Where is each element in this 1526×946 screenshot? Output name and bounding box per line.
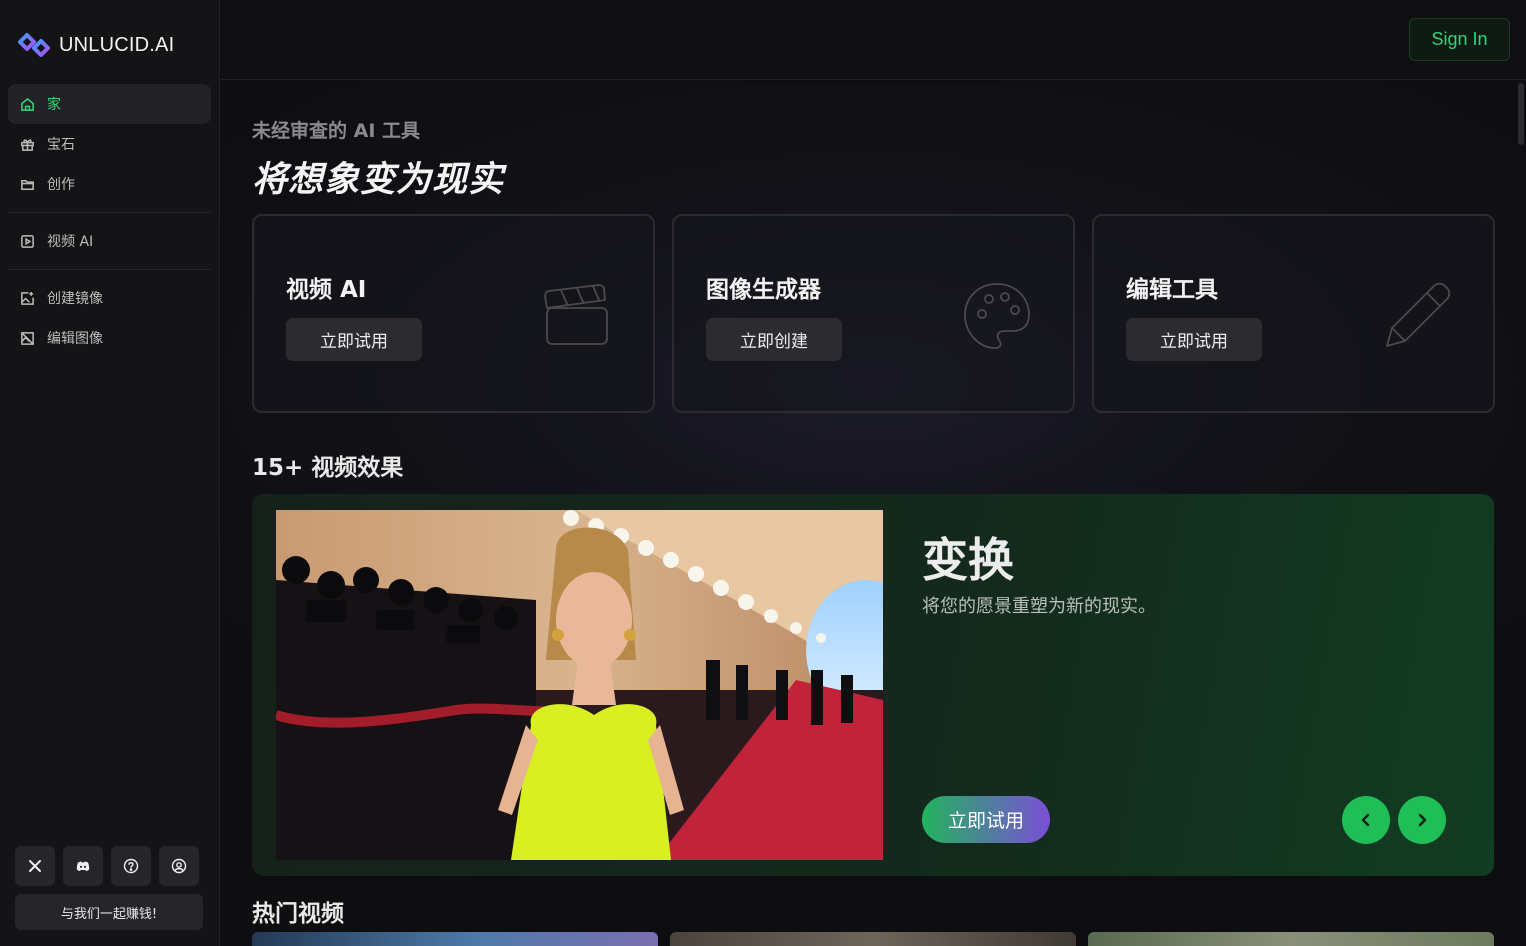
palette-icon: [959, 278, 1035, 354]
sidebar-item-creations[interactable]: 创作: [8, 164, 211, 204]
discord-icon: [76, 861, 90, 871]
account-icon: [171, 858, 187, 874]
help-button[interactable]: [111, 846, 151, 886]
tool-cards: 视频 AI 立即试用 图像生成器 立即创建 编辑工具 立即试用: [252, 214, 1495, 413]
effects-carousel: 变换 将您的愿景重塑为新的现实。 立即试用: [252, 494, 1494, 876]
sidebar: UNLUCID.AI 家 宝石 创作 视频 AI 创建镜像 编辑图像 与我们一起…: [0, 0, 220, 946]
sidebar-item-edit-image[interactable]: 编辑图像: [8, 318, 211, 358]
popular-videos-row: [252, 932, 1494, 946]
discord-button[interactable]: [63, 846, 103, 886]
tool-card-edit-tools[interactable]: 编辑工具 立即试用: [1092, 214, 1495, 413]
chevron-left-icon: [1361, 813, 1370, 827]
brand-logo[interactable]: UNLUCID.AI: [18, 32, 174, 58]
sidebar-item-create-image[interactable]: 创建镜像: [8, 278, 211, 318]
gift-icon: [21, 138, 34, 151]
video-thumbnail[interactable]: [252, 932, 658, 946]
video-thumbnail[interactable]: [670, 932, 1076, 946]
hero-subtitle: 未经审查的 AI 工具: [252, 120, 421, 142]
popular-section-title: 热门视频: [252, 901, 344, 927]
effects-section-title: 15+ 视频效果: [252, 455, 404, 481]
clapperboard-icon: [539, 278, 615, 354]
effect-try-now-button[interactable]: 立即试用: [922, 796, 1050, 843]
sign-in-button[interactable]: Sign In: [1409, 18, 1510, 61]
video-thumbnail[interactable]: [1088, 932, 1494, 946]
sidebar-nav: 家 宝石 创作 视频 AI 创建镜像 编辑图像: [8, 84, 211, 358]
chevron-right-icon: [1418, 813, 1427, 827]
effect-preview-image[interactable]: [276, 510, 883, 860]
sidebar-item-label: 宝石: [47, 137, 75, 153]
card-title: 视频 AI: [286, 277, 367, 303]
tool-card-image-generator[interactable]: 图像生成器 立即创建: [672, 214, 1075, 413]
top-bar: Sign In: [221, 0, 1526, 80]
carousel-prev-button[interactable]: [1342, 796, 1390, 844]
main-content: 未经审查的 AI 工具 将想象变为现实 视频 AI 立即试用 图像生成器 立即创…: [221, 81, 1526, 946]
sidebar-item-label: 创建镜像: [47, 291, 103, 307]
pencil-icon: [1379, 278, 1455, 354]
divider: [8, 269, 211, 270]
sidebar-item-home[interactable]: 家: [8, 84, 211, 124]
x-button[interactable]: [15, 846, 55, 886]
carousel-next-button[interactable]: [1398, 796, 1446, 844]
earn-with-us-button[interactable]: 与我们一起赚钱!: [15, 894, 203, 930]
sidebar-item-label: 编辑图像: [47, 331, 103, 347]
hero-headline: 将想象变为现实: [252, 160, 505, 200]
card-title: 图像生成器: [706, 277, 821, 303]
effect-title: 变换: [922, 533, 1014, 587]
card-title: 编辑工具: [1126, 277, 1218, 303]
image-plus-icon: [21, 291, 34, 305]
video-icon: [21, 234, 34, 248]
sidebar-item-label: 视频 AI: [47, 234, 94, 250]
tool-card-video-ai[interactable]: 视频 AI 立即试用: [252, 214, 655, 413]
help-icon: [123, 858, 139, 874]
try-now-button[interactable]: 立即试用: [286, 318, 422, 361]
folder-icon: [21, 179, 34, 190]
x-icon: [29, 860, 41, 872]
social-links: [15, 846, 199, 886]
effect-description: 将您的愿景重塑为新的现实。: [922, 596, 1156, 617]
brand-name: UNLUCID.AI: [59, 33, 175, 56]
sidebar-item-label: 创作: [47, 177, 75, 193]
create-now-button[interactable]: 立即创建: [706, 318, 842, 361]
sidebar-item-label: 家: [47, 97, 61, 113]
account-button[interactable]: [159, 846, 199, 886]
sidebar-item-gems[interactable]: 宝石: [8, 124, 211, 164]
divider: [8, 212, 211, 213]
scrollbar[interactable]: [1518, 83, 1524, 145]
home-icon: [21, 97, 34, 111]
image-edit-icon: [21, 331, 34, 345]
sidebar-item-video-ai[interactable]: 视频 AI: [8, 221, 211, 261]
try-now-button[interactable]: 立即试用: [1126, 318, 1262, 361]
unlucid-logo-icon: [18, 33, 50, 57]
